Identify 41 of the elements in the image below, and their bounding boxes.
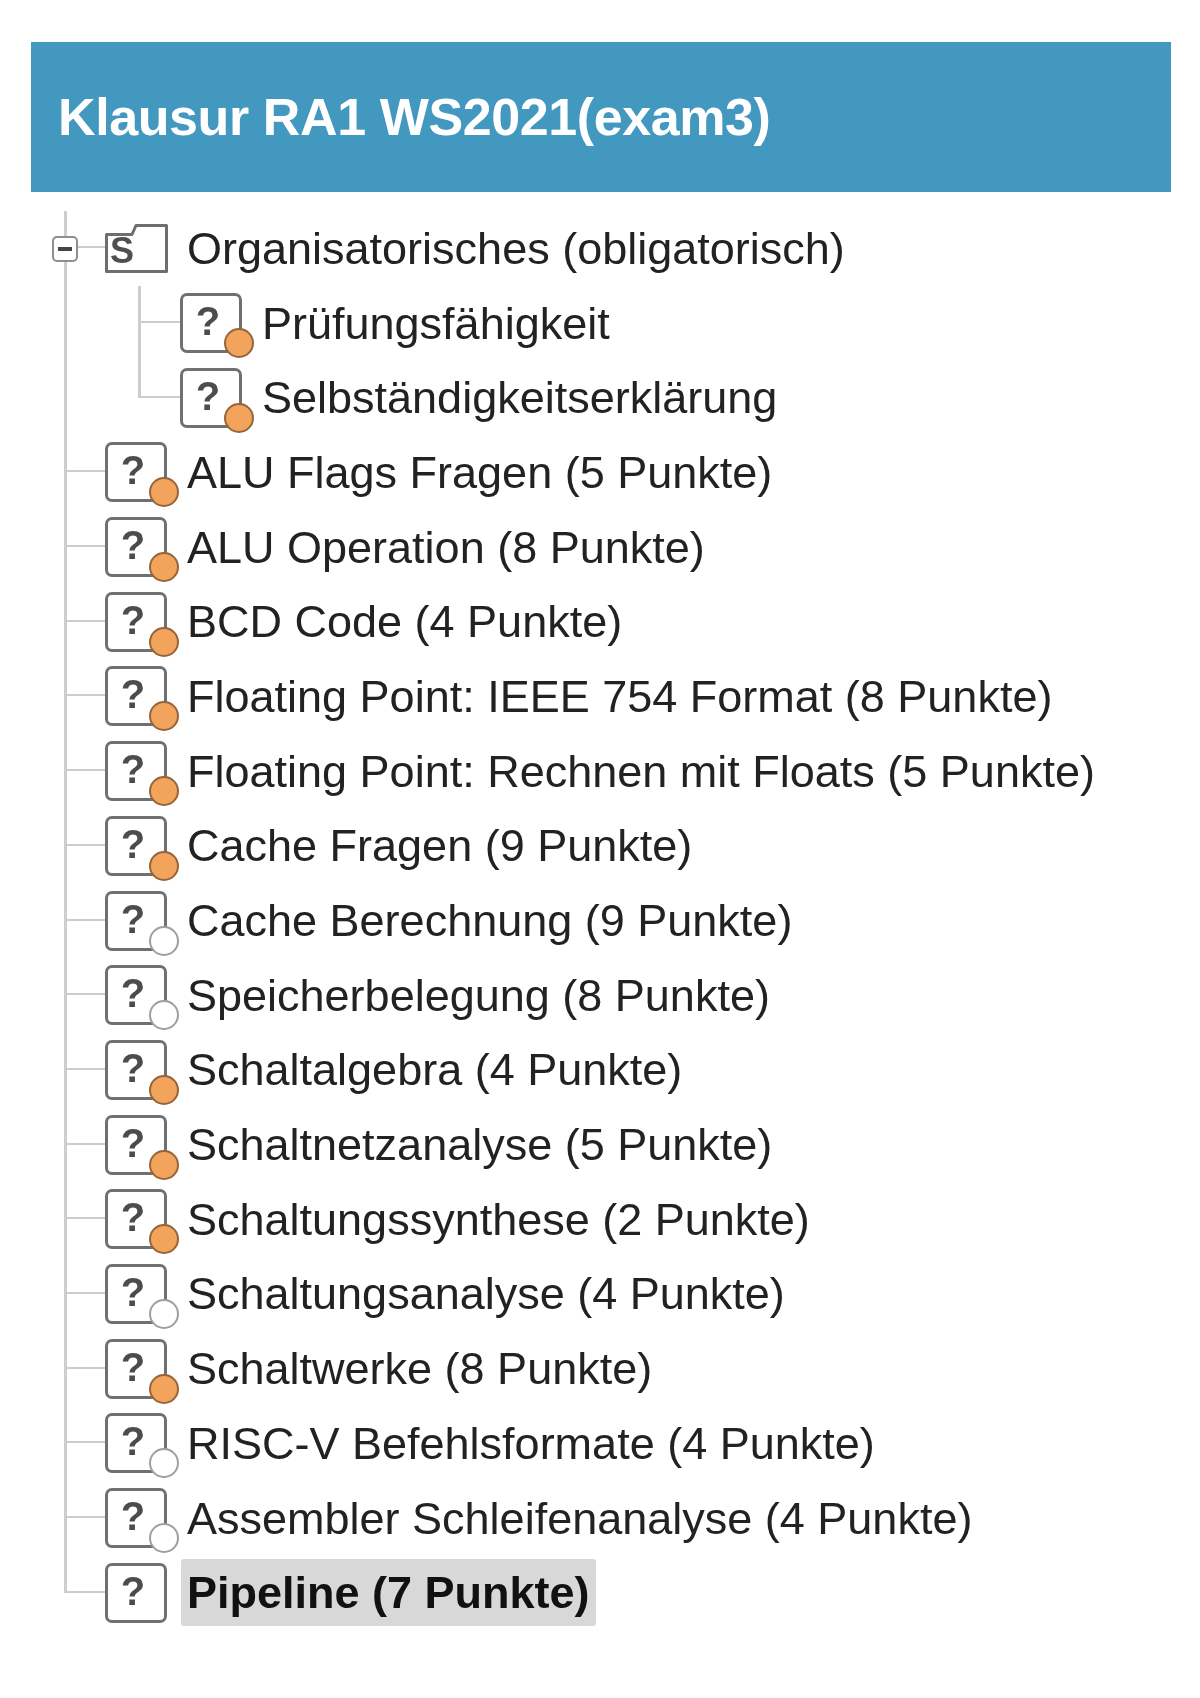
tree-item[interactable]: Schaltungssynthese (2 Punkte) [181,1185,816,1253]
question-icon: ? [105,741,167,802]
question-icon: ? [105,591,167,652]
tree-item[interactable]: Schaltungsanalyse (4 Punkte) [181,1260,791,1328]
tree-item[interactable]: Schaltalgebra (4 Punkte) [181,1036,689,1104]
question-icon: ? [180,367,242,428]
question-icon: ? [105,1562,167,1623]
question-icon: ? [105,1263,167,1324]
question-icon: ? [105,1488,167,1549]
question-icon: ? [180,293,242,354]
folder-icon: S [105,223,168,273]
question-icon: ? [105,1039,167,1100]
question-icon: ? [105,815,167,876]
question-icon: ? [105,442,167,503]
tree-item[interactable]: Prüfungsfähigkeit [256,289,616,357]
tree-item[interactable]: Organisatorisches (obligatorisch) [181,214,851,282]
tree-item[interactable]: ALU Operation (8 Punkte) [181,513,711,581]
question-icon: ? [105,1413,167,1474]
question-icon: ? [105,517,167,578]
tree-item[interactable]: RISC-V Befehlsformate (4 Punkte) [181,1409,881,1477]
question-icon: ? [105,1114,167,1175]
tree-item[interactable]: Schaltwerke (8 Punkte) [181,1335,659,1403]
question-icon: ? [105,1189,167,1250]
tree-item[interactable]: ALU Flags Fragen (5 Punkte) [181,438,779,506]
tree-item[interactable]: Cache Fragen (9 Punkte) [181,812,699,880]
tree-item[interactable]: Pipeline (7 Punkte) [181,1559,596,1627]
page-title: Klausur RA1 WS2021(exam3) [58,86,771,148]
tree-item[interactable]: Assembler Schleifenanalyse (4 Punkte) [181,1484,979,1552]
tree-item[interactable]: Schaltnetzanalyse (5 Punkte) [181,1111,779,1179]
tree-item[interactable]: Cache Berechnung (9 Punkte) [181,887,799,955]
question-icon: ? [105,965,167,1026]
tree-item[interactable]: Speicherbelegung (8 Punkte) [181,961,776,1029]
question-icon: ? [105,890,167,951]
question-icon: ? [105,666,167,727]
tree-item[interactable]: BCD Code (4 Punkte) [181,588,629,656]
question-icon: ? [105,1338,167,1399]
minus-icon [58,247,72,252]
collapse-toggle[interactable] [52,236,78,263]
tree-item[interactable]: Selbständigkeitserklärung [256,364,784,432]
tree-item[interactable]: Floating Point: IEEE 754 Format (8 Punkte) [181,662,1059,730]
tree-item[interactable]: Floating Point: Rechnen mit Floats (5 Punkte) [181,737,1101,805]
